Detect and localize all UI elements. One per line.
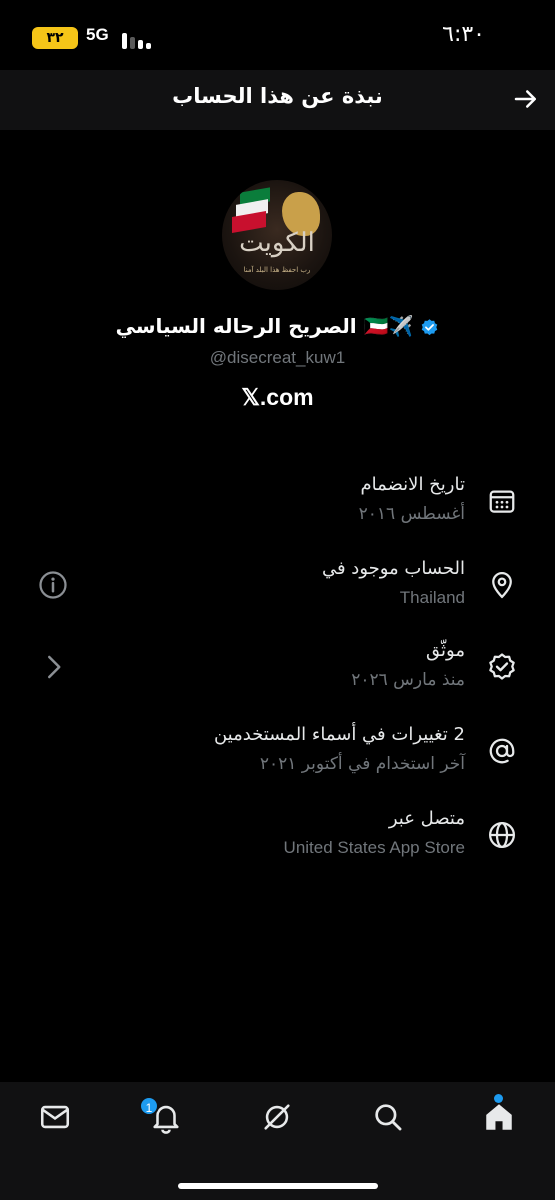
back-arrow-icon[interactable] xyxy=(511,84,541,114)
info-row-username-changes: 2 تغييرات في أسماء المستخدمين آخر استخدا… xyxy=(0,720,555,786)
info-row-location: الحساب موجود في Thailand xyxy=(0,554,555,620)
platform-label: 𝕏.com xyxy=(241,384,314,410)
location-pin-icon xyxy=(492,572,512,599)
home-icon[interactable] xyxy=(482,1100,516,1134)
display-name-row: الصريح الرحاله السياسي 🇰🇼✈️ xyxy=(0,314,555,338)
info-title: تاريخ الانضمام xyxy=(360,474,465,495)
grok-icon[interactable] xyxy=(260,1100,294,1134)
user-handle: @disecreat_kuw1 xyxy=(209,348,346,367)
avatar-calligraphy: الكويت xyxy=(239,228,315,258)
status-bar: ٣٢ 5G ٦:٣٠ xyxy=(0,0,555,70)
page-title: نبذة عن هذا الحساب xyxy=(172,84,383,108)
calendar-icon xyxy=(489,490,515,513)
search-icon[interactable] xyxy=(371,1100,405,1134)
home-indicator[interactable] xyxy=(178,1183,378,1189)
battery-level: ٣٢ xyxy=(46,30,64,46)
verified-badge-icon xyxy=(489,653,515,680)
info-title: الحساب موجود في xyxy=(321,558,465,579)
info-title: 2 تغييرات في أسماء المستخدمين xyxy=(213,724,465,745)
signal-strength-icon xyxy=(122,29,154,49)
notification-badge: 1 xyxy=(139,1096,159,1116)
battery-indicator: ٣٢ xyxy=(32,27,78,49)
at-sign-icon xyxy=(489,738,515,764)
chevron-right-icon[interactable] xyxy=(38,652,68,682)
avatar-subtext: رب احفظ هذا البلد آمنا xyxy=(243,266,311,274)
display-name: الصريح الرحاله السياسي 🇰🇼✈️ xyxy=(115,314,414,338)
globe-icon xyxy=(489,822,515,848)
info-subtitle: منذ مارس ٢٠٢٦ xyxy=(351,670,465,690)
info-subtitle: أغسطس ٢٠١٦ xyxy=(358,504,465,524)
network-type: 5G xyxy=(86,25,109,44)
mail-icon[interactable] xyxy=(38,1100,72,1134)
status-time: ٦:٣٠ xyxy=(442,22,485,47)
verified-badge-icon xyxy=(422,319,438,336)
avatar[interactable]: الكويت رب احفظ هذا البلد آمنا xyxy=(222,180,332,290)
info-title: متصل عبر xyxy=(388,808,465,829)
home-active-dot xyxy=(494,1094,503,1103)
info-icon[interactable] xyxy=(38,570,68,600)
info-row-connected-via: متصل عبر United States App Store xyxy=(0,804,555,870)
info-row-verified[interactable]: موثّق منذ مارس ٢٠٢٦ xyxy=(0,636,555,702)
info-subtitle: Thailand xyxy=(399,588,465,607)
info-subtitle: آخر استخدام في أكتوبر ٢٠٢١ xyxy=(259,754,465,774)
header: نبذة عن هذا الحساب xyxy=(0,70,555,130)
info-subtitle: United States App Store xyxy=(283,838,465,857)
info-row-joined: تاريخ الانضمام أغسطس ٢٠١٦ xyxy=(0,470,555,536)
info-title: موثّق xyxy=(426,640,465,661)
